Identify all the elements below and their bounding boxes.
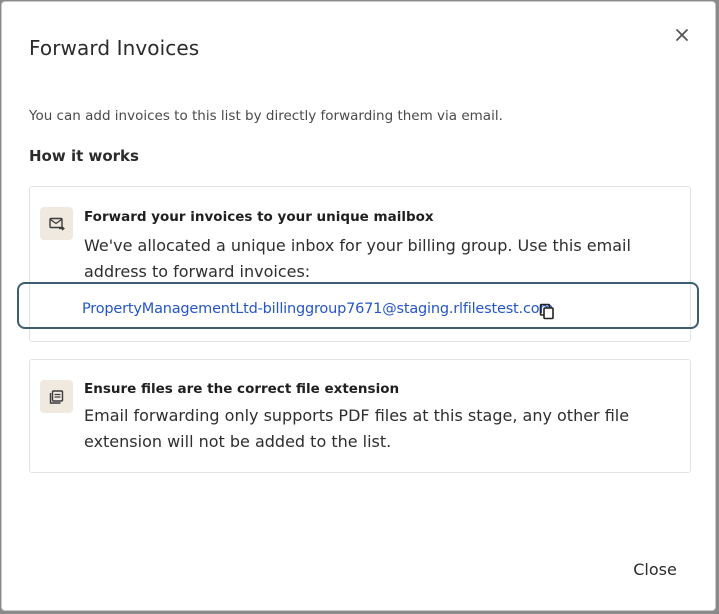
- intro-text: You can add invoices to this list by dir…: [29, 108, 503, 124]
- section-heading: How it works: [29, 147, 139, 165]
- file-extension-icon: [40, 380, 73, 413]
- card-description: Email forwarding only supports PDF files…: [84, 406, 630, 451]
- card-title: Forward your invoices to your unique mai…: [84, 209, 434, 225]
- card-description: We've allocated a unique inbox for your …: [84, 236, 631, 281]
- dialog-title: Forward Invoices: [29, 36, 200, 60]
- card-title: Ensure files are the correct file extens…: [84, 381, 400, 397]
- file-extension-card: Ensure files are the correct file extens…: [29, 359, 691, 473]
- copy-icon[interactable]: [539, 303, 555, 320]
- close-icon[interactable]: [671, 24, 693, 46]
- forwarding-email-link[interactable]: PropertyManagementLtd-billinggroup7671@s…: [82, 301, 554, 317]
- mail-forward-icon: [40, 207, 73, 240]
- close-button[interactable]: Close: [622, 557, 688, 581]
